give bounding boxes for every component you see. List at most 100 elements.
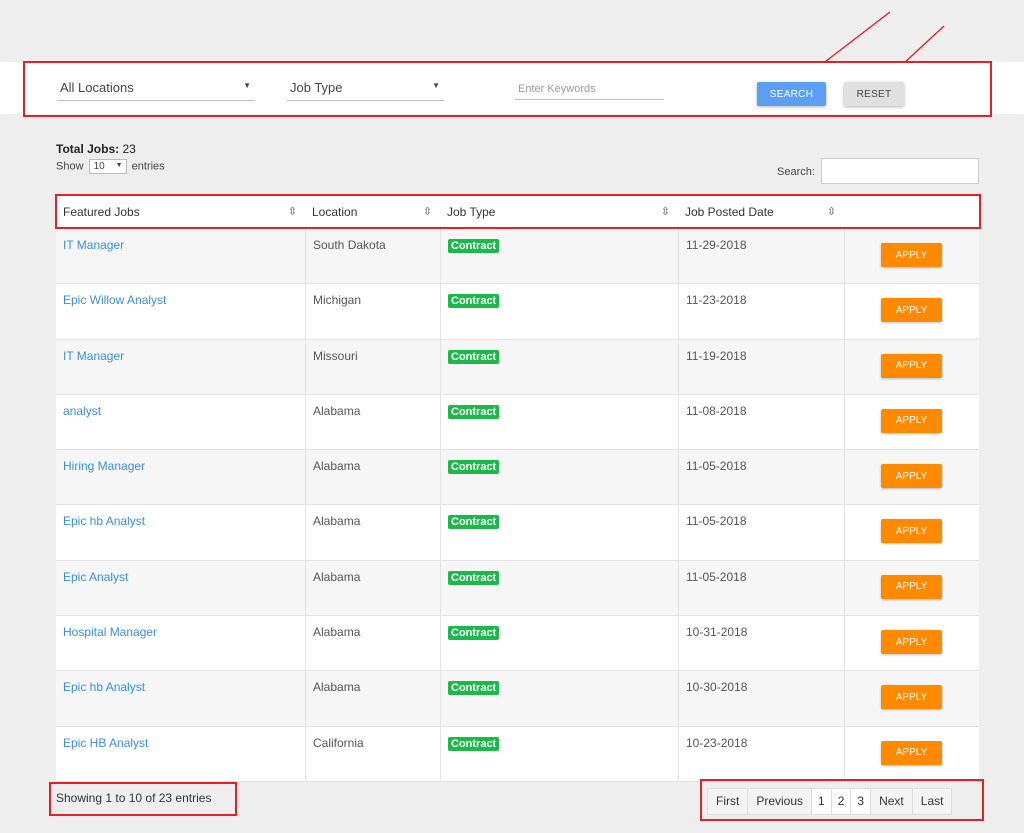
cell-posted-date: 11-05-2018	[678, 450, 844, 505]
job-title-link[interactable]: IT Manager	[63, 238, 124, 252]
page-first-button[interactable]: First	[708, 789, 749, 814]
apply-button[interactable]: APPLY	[881, 740, 942, 765]
apply-button[interactable]: APPLY	[881, 574, 942, 599]
sort-icon: ⇳	[287, 206, 297, 218]
table-row: IT Manager Missouri Contract 11-19-2018 APPL…	[56, 339, 979, 395]
cell-title: Epic Analyst	[56, 561, 305, 615]
cell-action: APPLY	[844, 726, 979, 781]
apply-button[interactable]: APPLY	[881, 464, 942, 489]
page-2-button[interactable]: 2	[831, 789, 852, 814]
job-title-link[interactable]: IT Manager	[63, 349, 124, 363]
cell-action: APPLY	[844, 284, 979, 339]
cell-action: APPLY	[844, 450, 979, 505]
cell-job-type: Contract	[440, 560, 678, 616]
job-title-link[interactable]: Hospital Manager	[63, 625, 157, 639]
cell-job-type: Contract	[440, 450, 678, 505]
apply-button[interactable]: APPLY	[881, 243, 942, 267]
apply-button[interactable]: APPLY	[881, 353, 942, 378]
job-title-link[interactable]: Epic HB Analyst	[63, 736, 148, 750]
cell-job-type: Contract	[440, 505, 678, 560]
page-length-control: Show 10 ▼ entries	[56, 159, 165, 174]
apply-button[interactable]: APPLY	[881, 519, 942, 544]
chevron-down-icon: ▼	[115, 162, 123, 169]
apply-button[interactable]: APPLY	[881, 685, 942, 710]
cell-location: Michigan	[305, 284, 440, 339]
cell-action: APPLY	[844, 394, 979, 450]
table-row: Epic Analyst Alabama Contract 11-05-2018 APP…	[56, 560, 979, 617]
apply-button[interactable]: APPLY	[881, 630, 942, 655]
job-type-badge: Contract	[448, 626, 500, 641]
cell-job-type: Contract	[440, 339, 678, 394]
cell-job-type: Contract	[440, 229, 678, 284]
table-row: Epic Willow Analyst Michigan Contract 11-23…	[56, 284, 979, 340]
cell-location: Alabama	[305, 505, 440, 560]
job-title-link[interactable]: Epic Analyst	[63, 570, 128, 584]
table-search-input[interactable]	[821, 158, 979, 184]
cell-title: IT Manager	[56, 229, 305, 283]
apply-button[interactable]: APPLY	[881, 408, 942, 433]
job-type-badge: Contract	[448, 239, 500, 253]
sort-icon: ⇳	[422, 206, 432, 218]
header-job-type[interactable]: Job Type ⇳	[440, 196, 678, 228]
cell-title: analyst	[56, 395, 305, 449]
cell-posted-date: 11-08-2018	[678, 394, 844, 450]
table-info: Showing 1 to 10 of 23 entries	[56, 791, 212, 805]
job-title-link[interactable]: Epic Willow Analyst	[63, 293, 166, 307]
header-featured-jobs[interactable]: Featured Jobs ⇳	[56, 196, 305, 228]
header-action	[844, 196, 979, 228]
chevron-down-icon: ▼	[243, 81, 251, 90]
cell-location: Alabama	[305, 450, 440, 505]
reset-button[interactable]: RESET	[844, 82, 904, 106]
job-type-select[interactable]: Job Type ▼	[287, 80, 444, 101]
page-next-button[interactable]: Next	[871, 789, 913, 814]
header-label: Featured Jobs	[63, 205, 140, 219]
location-select[interactable]: All Locations ▼	[57, 80, 255, 101]
cell-location: South Dakota	[305, 229, 440, 284]
job-title-link[interactable]: Epic hb Analyst	[63, 514, 145, 528]
jobs-table: Featured Jobs ⇳ Location ⇳ Job Type ⇳ Jo…	[56, 196, 979, 782]
page-length-select[interactable]: 10 ▼	[88, 159, 127, 174]
search-button[interactable]: SEARCH	[757, 82, 826, 106]
show-label: Show	[56, 160, 84, 173]
page-previous-button[interactable]: Previous	[748, 789, 813, 814]
job-type-badge: Contract	[448, 349, 500, 364]
header-label: Job Type	[447, 205, 496, 219]
cell-action: APPLY	[844, 560, 979, 616]
sort-icon: ⇳	[660, 206, 670, 218]
table-row: Hospital Manager Alabama Contract 10-31-201…	[56, 616, 979, 672]
job-title-link[interactable]: Epic hb Analyst	[63, 680, 145, 694]
header-job-posted-date[interactable]: Job Posted Date ⇳	[678, 196, 844, 228]
page-3-button[interactable]: 3	[851, 789, 872, 814]
job-type-badge: Contract	[448, 681, 500, 696]
cell-posted-date: 11-23-2018	[678, 284, 844, 339]
total-jobs: Total Jobs: 23	[56, 142, 136, 156]
job-type-badge: Contract	[448, 515, 500, 530]
page-last-button[interactable]: Last	[912, 789, 952, 814]
cell-job-type: Contract	[440, 726, 678, 781]
page-1-button[interactable]: 1	[812, 789, 832, 814]
cell-title: Epic hb Analyst	[56, 671, 305, 725]
page-length-value: 10	[93, 161, 105, 172]
table-header: Featured Jobs ⇳ Location ⇳ Job Type ⇳ Jo…	[56, 196, 979, 229]
apply-button[interactable]: APPLY	[881, 298, 942, 323]
job-title-link[interactable]: analyst	[63, 404, 101, 418]
cell-title: Epic HB Analyst	[56, 727, 305, 781]
job-title-link[interactable]: Hiring Manager	[63, 459, 145, 473]
total-jobs-label: Total Jobs:	[56, 142, 120, 156]
cell-posted-date: 11-05-2018	[678, 560, 844, 616]
cell-posted-date: 11-19-2018	[678, 339, 844, 394]
header-location[interactable]: Location ⇳	[305, 196, 440, 228]
cell-action: APPLY	[844, 229, 979, 284]
table-search-label: Search:	[777, 166, 815, 178]
cell-location: Alabama	[305, 616, 440, 671]
job-type-badge: Contract	[448, 460, 500, 475]
cell-location: Missouri	[305, 339, 440, 394]
table-body: IT Manager South Dakota Contract 11-29-2018…	[56, 229, 979, 782]
keywords-input[interactable]	[515, 79, 664, 100]
cell-title: IT Manager	[56, 340, 305, 394]
sort-icon: ⇳	[826, 206, 836, 218]
table-row: analyst Alabama Contract 11-08-2018 APPLY	[56, 394, 979, 451]
cell-location: Alabama	[305, 671, 440, 726]
cell-posted-date: 11-29-2018	[678, 229, 844, 284]
cell-location: California	[305, 726, 440, 781]
